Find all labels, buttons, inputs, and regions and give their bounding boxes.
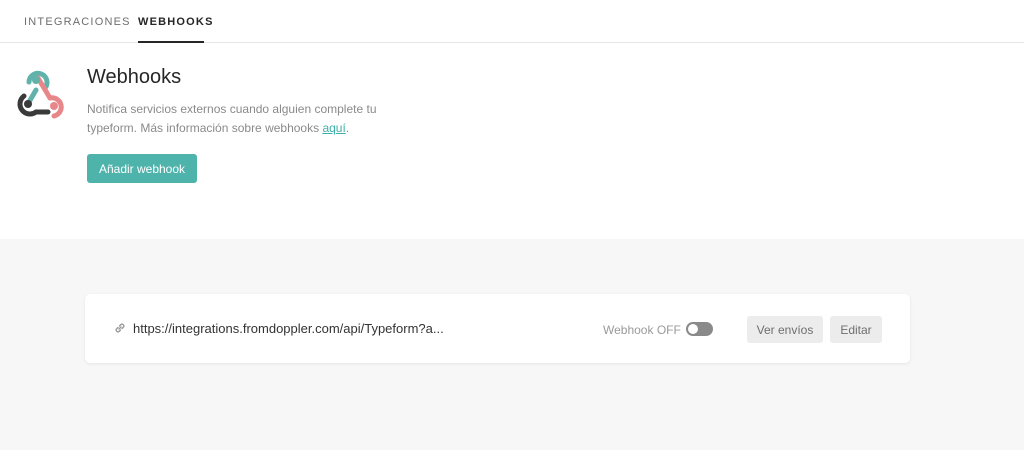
webhook-toggle[interactable] [686, 322, 713, 336]
edit-webhook-button[interactable]: Editar [830, 316, 882, 343]
description-end: . [345, 121, 350, 135]
add-webhook-button[interactable]: Añadir webhook [87, 154, 197, 183]
webhook-url: https://integrations.fromdoppler.com/api… [133, 321, 444, 336]
tab-webhooks[interactable]: WEBHOOKS [138, 16, 214, 28]
link-icon [115, 323, 125, 333]
more-info-link[interactable]: aquí [322, 121, 345, 135]
webhook-status-label: Webhook OFF [603, 323, 681, 337]
webhook-logo-icon [17, 70, 64, 119]
tab-bar: INTEGRACIONES WEBHOOKS [0, 0, 1024, 43]
view-deliveries-button[interactable]: Ver envíos [747, 316, 823, 343]
tab-integraciones[interactable]: INTEGRACIONES [24, 16, 131, 28]
webhook-card: https://integrations.fromdoppler.com/api… [85, 294, 910, 363]
toggle-knob [688, 324, 698, 334]
page-title: Webhooks [87, 66, 182, 88]
webhooks-description: Notifica servicios externos cuando algui… [87, 100, 397, 138]
